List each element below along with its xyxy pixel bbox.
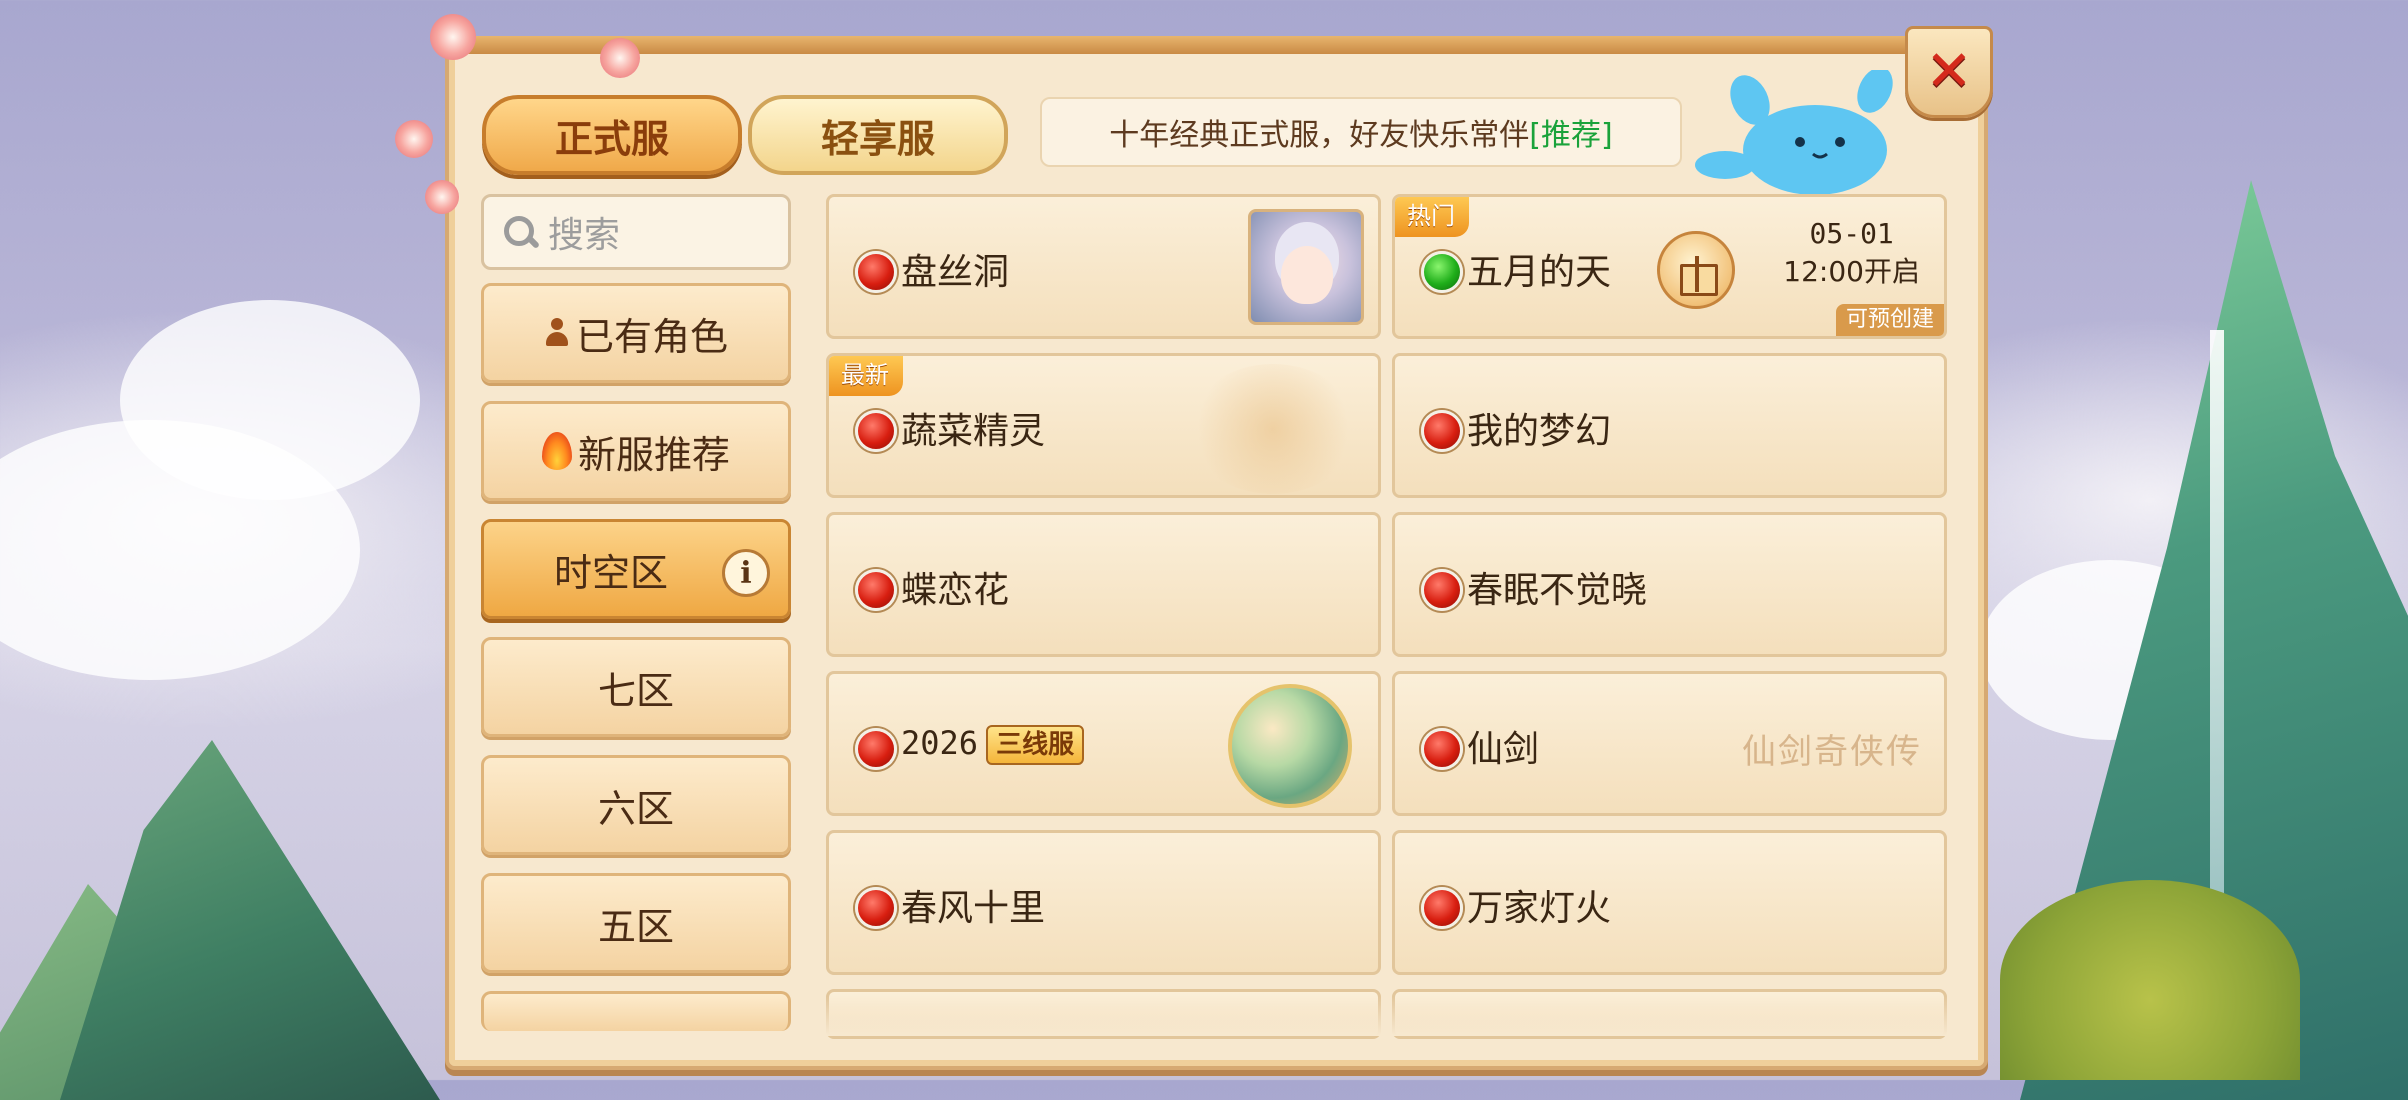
dog-decoration (1188, 364, 1358, 494)
background-mountain (60, 740, 440, 1100)
sidebar-item-label: 六区 (597, 786, 674, 831)
server-name-text: 2026 (901, 724, 979, 762)
server-card[interactable]: 春眠不觉晓 (1392, 512, 1947, 657)
server-name: 春眠不觉晓 (1467, 570, 1648, 611)
sidebar-item-spacetime-zone[interactable]: 时空区 i (481, 519, 791, 619)
flower-decoration (600, 38, 640, 78)
sidebar-item-label: 五区 (597, 904, 674, 949)
server-name: 2026 三线服 (901, 724, 1085, 765)
close-icon: ✕ (1925, 39, 1973, 104)
tab-formal-server[interactable]: 正式服 (482, 95, 742, 175)
person-icon (544, 318, 570, 348)
flower-decoration (425, 180, 459, 214)
sidebar-item-zone-5[interactable]: 五区 (481, 873, 791, 973)
gift-icon[interactable] (1657, 231, 1735, 309)
notice-tag: [推荐] (1529, 118, 1613, 153)
status-dot (855, 887, 897, 929)
status-dot (855, 569, 897, 611)
open-clock: 12:00开启 (1783, 255, 1920, 288)
server-name: 我的梦幻 (1467, 411, 1612, 452)
server-card[interactable]: 春风十里 (826, 830, 1381, 975)
hot-tag: 热门 (1395, 197, 1469, 237)
sidebar-item-label: 已有角色 (575, 314, 728, 359)
close-button[interactable]: ✕ (1905, 26, 1993, 118)
server-name: 仙剑 (1467, 729, 1540, 770)
mascot-icon (1695, 70, 1893, 195)
sidebar-item-zone-7[interactable]: 七区 (481, 637, 791, 737)
tab-light-server[interactable]: 轻享服 (748, 95, 1008, 175)
new-tag: 最新 (829, 356, 903, 396)
server-card[interactable]: 盘丝洞 (826, 194, 1381, 339)
sidebar-item-new-servers[interactable]: 新服推荐 (481, 401, 791, 501)
server-card[interactable]: 最新 蔬菜精灵 (826, 353, 1381, 498)
server-card[interactable]: 热门 五月的天 05-01 12:00开启 可预创建 (1392, 194, 1947, 339)
search-input[interactable]: 搜索 (481, 194, 791, 270)
open-time: 05-01 12:00开启 (1783, 215, 1920, 291)
yin-yang-orb-icon (1228, 684, 1352, 808)
status-dot (855, 410, 897, 452)
sidebar-item-label: 新服推荐 (577, 432, 730, 477)
three-line-badge: 三线服 (986, 725, 1085, 765)
sidebar-item-partial[interactable] (481, 991, 791, 1031)
sidebar-item-existing-roles[interactable]: 已有角色 (481, 283, 791, 383)
server-name: 春风十里 (901, 888, 1046, 929)
panel-top-rail (440, 36, 1985, 54)
info-icon[interactable]: i (722, 549, 770, 597)
precreate-badge: 可预创建 (1835, 304, 1944, 336)
sidebar-item-label: 时空区 (553, 550, 668, 595)
fire-icon (541, 432, 572, 470)
server-card[interactable]: 万家灯火 (1392, 830, 1947, 975)
server-card[interactable]: 蝶恋花 (826, 512, 1381, 657)
xianjian-logo-text: 仙剑奇侠传 (1742, 732, 1922, 772)
server-name: 蔬菜精灵 (901, 411, 1046, 452)
server-name: 蝶恋花 (901, 570, 1010, 611)
sidebar-item-zone-6[interactable]: 六区 (481, 755, 791, 855)
server-card[interactable]: 仙剑奇侠传 仙剑 (1392, 671, 1947, 816)
status-dot (1421, 887, 1463, 929)
flower-decoration (395, 120, 433, 158)
server-name: 万家灯火 (1467, 888, 1612, 929)
background-tree (2000, 880, 2300, 1080)
status-dot (1421, 251, 1463, 293)
flower-decoration (430, 14, 476, 60)
notice-banner: 十年经典正式服，好友快乐常伴 [推荐] (1040, 97, 1682, 167)
status-dot (1421, 569, 1463, 611)
status-dot (855, 251, 897, 293)
sidebar-item-label: 七区 (597, 668, 674, 713)
background-cloud (120, 300, 420, 500)
notice-text: 十年经典正式服，好友快乐常伴 (1109, 118, 1530, 153)
status-dot (1421, 728, 1463, 770)
open-date: 05-01 (1809, 217, 1894, 250)
list-scroll-fade (826, 996, 1956, 1036)
search-placeholder: 搜索 (548, 215, 621, 256)
server-name: 五月的天 (1467, 252, 1612, 293)
status-dot (855, 728, 897, 770)
status-dot (1421, 410, 1463, 452)
server-name: 盘丝洞 (901, 252, 1010, 293)
server-card[interactable]: 我的梦幻 (1392, 353, 1947, 498)
search-icon (504, 216, 536, 248)
character-avatar (1248, 209, 1364, 325)
server-card[interactable]: 2026 三线服 (826, 671, 1381, 816)
